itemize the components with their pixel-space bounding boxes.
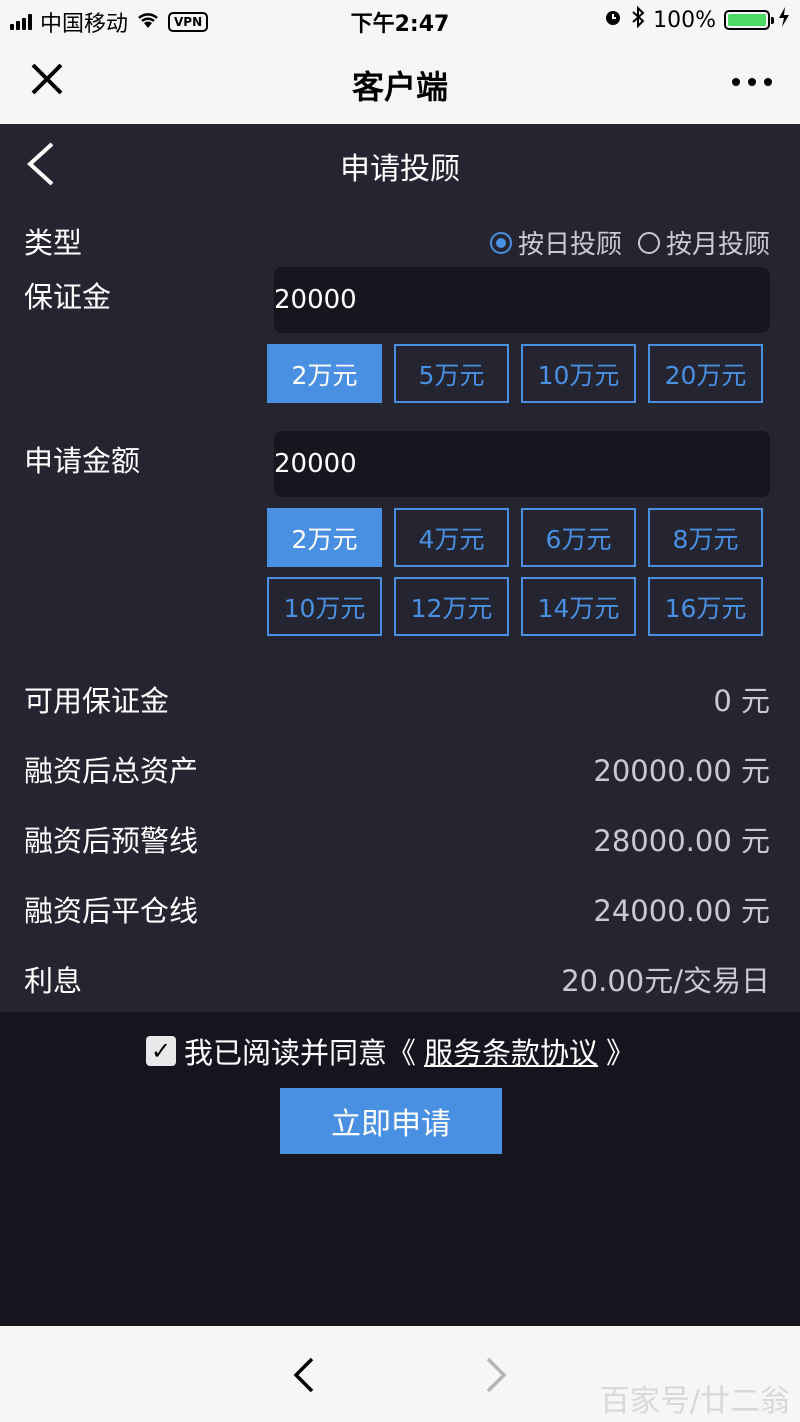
amount-chip[interactable]: 2万元 — [267, 508, 382, 567]
type-radio-group: 按日投顾 按月投顾 — [489, 224, 770, 261]
amount-chip[interactable]: 10万元 — [267, 577, 382, 636]
status-bar: 中国移动 VPN 下午2:47 100% — [0, 0, 800, 40]
nav-back-icon[interactable] — [292, 1356, 322, 1394]
terms-link[interactable]: 服务条款协议 — [424, 1030, 598, 1072]
amount-chip[interactable]: 6万元 — [521, 508, 636, 567]
info-value: 28000.00 元 — [593, 824, 770, 858]
radio-monthly[interactable] — [637, 231, 660, 254]
agree-text: 我已阅读并同意《 — [184, 1036, 417, 1070]
info-value: 20000.00 元 — [593, 754, 770, 788]
amount-chip[interactable]: 12万元 — [394, 577, 509, 636]
amount-chip[interactable]: 8万元 — [648, 508, 763, 567]
info-label: 融资后预警线 — [24, 824, 199, 858]
info-row: 可用保证金 0 元 — [24, 678, 770, 720]
radio-daily[interactable] — [489, 231, 512, 254]
info-row: 融资后总资产 20000.00 元 — [24, 748, 770, 790]
more-icon[interactable] — [732, 78, 772, 86]
page-header: 申请投顾 — [0, 124, 800, 204]
deposit-input[interactable]: 20000 — [274, 267, 770, 333]
wechat-title: 客户端 — [351, 68, 448, 106]
info-label: 可用保证金 — [24, 684, 170, 718]
nav-forward-icon[interactable] — [484, 1356, 514, 1394]
info-row: 利息 20.00元/交易日 — [24, 958, 770, 1000]
amount-chip[interactable]: 4万元 — [394, 508, 509, 567]
type-label: 类型 — [24, 226, 83, 260]
agree-checkbox[interactable]: ✓ — [146, 1036, 176, 1066]
deposit-chip[interactable]: 10万元 — [521, 344, 636, 403]
amount-chip[interactable]: 14万元 — [521, 577, 636, 636]
deposit-label: 保证金 — [24, 280, 112, 314]
amount-label: 申请金额 — [24, 444, 141, 478]
info-value: 0 元 — [713, 684, 770, 718]
page-title: 申请投顾 — [340, 152, 460, 187]
deposit-chip[interactable]: 20万元 — [648, 344, 763, 403]
info-row: 融资后预警线 28000.00 元 — [24, 818, 770, 860]
submit-button[interactable]: 立即申请 — [280, 1088, 502, 1154]
apply-form: 申请投顾 类型 按日投顾 按月投顾 保证金 20000 2万元 5万元 10万元… — [0, 124, 800, 1012]
info-label: 融资后总资产 — [24, 754, 199, 788]
charging-icon — [778, 7, 790, 33]
alarm-icon — [603, 7, 623, 33]
watermark: 百家号/廿二翁 — [599, 1384, 790, 1419]
battery-icon — [724, 10, 774, 30]
amount-input[interactable]: 20000 — [274, 431, 770, 497]
radio-monthly-label[interactable]: 按月投顾 — [666, 224, 770, 261]
agreement-row: ✓ 我已阅读并同意《 服务条款协议 》 — [146, 1030, 635, 1072]
bluetooth-icon — [631, 5, 645, 34]
wechat-header: 客户端 — [0, 40, 800, 124]
amount-chips: 2万元 4万元 6万元 8万元 10万元 12万元 14万元 16万元 — [267, 508, 767, 636]
browser-nav: 百家号/廿二翁 — [0, 1326, 800, 1422]
deposit-chip[interactable]: 2万元 — [267, 344, 382, 403]
info-value: 24000.00 元 — [593, 894, 770, 928]
agree-suffix: 》 — [606, 1036, 636, 1070]
info-value: 20.00元/交易日 — [561, 964, 770, 998]
battery-percent: 100% — [653, 7, 716, 33]
info-label: 融资后平仓线 — [24, 894, 199, 928]
deposit-chip[interactable]: 5万元 — [394, 344, 509, 403]
radio-daily-label[interactable]: 按日投顾 — [518, 224, 622, 261]
amount-chip[interactable]: 16万元 — [648, 577, 763, 636]
info-row: 融资后平仓线 24000.00 元 — [24, 888, 770, 930]
deposit-chips: 2万元 5万元 10万元 20万元 — [267, 344, 767, 403]
info-label: 利息 — [24, 964, 83, 998]
